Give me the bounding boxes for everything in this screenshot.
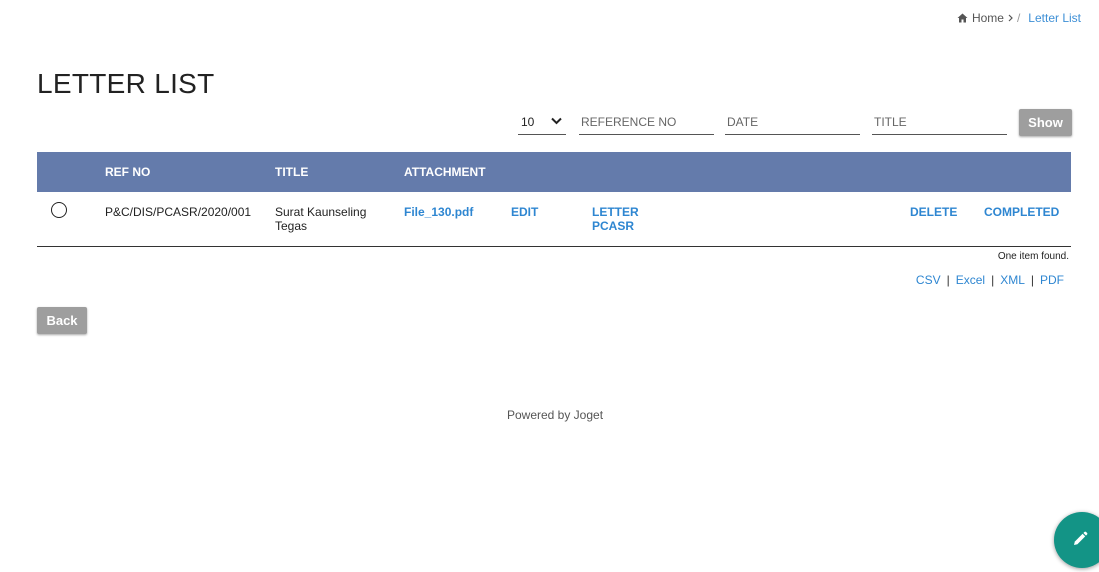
breadcrumb-current[interactable]: Letter List — [1028, 11, 1081, 25]
footer-powered-by: Powered by Joget — [506, 408, 604, 422]
letter-pcasr-link-line2[interactable]: PCASR — [592, 219, 634, 233]
row-select-radio[interactable] — [51, 202, 67, 218]
export-separator: | — [1030, 273, 1034, 287]
export-pdf-link[interactable]: PDF — [1040, 273, 1064, 287]
edit-fab-button[interactable] — [1054, 512, 1099, 568]
breadcrumb-separator: / — [1016, 11, 1021, 25]
chevron-right-icon — [1008, 14, 1013, 22]
show-button[interactable]: Show — [1019, 109, 1072, 136]
back-button[interactable]: Back — [37, 307, 87, 334]
letter-table: REF NO TITLE ATTACHMENT P&C/DIS/PCASR/20… — [37, 152, 1071, 247]
export-xml-link[interactable]: XML — [1000, 273, 1025, 287]
page-size-value: 10 — [521, 115, 535, 129]
chevron-down-icon — [551, 117, 562, 125]
title-input[interactable] — [872, 110, 1007, 135]
letter-pcasr-link-line1[interactable]: LETTER — [592, 205, 639, 219]
row-title-line1: Surat Kaunseling — [275, 205, 367, 219]
export-links: CSV | Excel | XML | PDF — [916, 273, 1064, 287]
breadcrumb-home-link[interactable]: Home — [972, 11, 1004, 25]
page-size-select[interactable]: 10 — [518, 110, 566, 135]
completed-link[interactable]: COMPLETED — [984, 205, 1059, 219]
date-input[interactable] — [725, 110, 860, 135]
export-excel-link[interactable]: Excel — [956, 273, 985, 287]
breadcrumb: Home / Letter List — [957, 11, 1081, 25]
export-separator: | — [991, 273, 995, 287]
page-title: LETTER LIST — [37, 68, 215, 99]
pencil-icon — [1074, 531, 1088, 545]
table-header: REF NO TITLE ATTACHMENT — [37, 152, 1071, 192]
attachment-link[interactable]: File_130.pdf — [404, 205, 473, 219]
home-icon — [957, 13, 968, 23]
row-title-line2: Tegas — [275, 219, 308, 233]
export-csv-link[interactable]: CSV — [916, 273, 941, 287]
header-ref-no[interactable]: REF NO — [105, 165, 150, 179]
header-title[interactable]: TITLE — [275, 165, 308, 179]
row-ref-no: P&C/DIS/PCASR/2020/001 — [105, 205, 252, 219]
reference-no-input[interactable] — [579, 110, 714, 135]
export-separator: | — [946, 273, 950, 287]
result-count: One item found. — [997, 251, 1069, 262]
table-row: P&C/DIS/PCASR/2020/001 Surat Kaunseling … — [37, 192, 1071, 247]
edit-link[interactable]: EDIT — [511, 205, 538, 219]
delete-link[interactable]: DELETE — [910, 205, 957, 219]
header-attachment[interactable]: ATTACHMENT — [404, 165, 486, 179]
